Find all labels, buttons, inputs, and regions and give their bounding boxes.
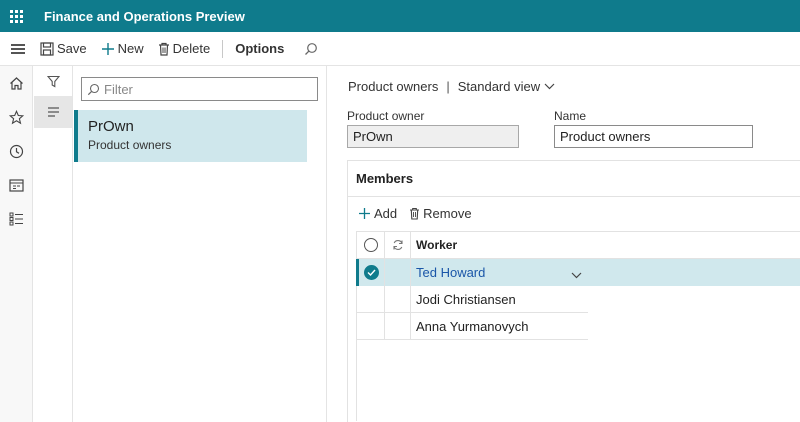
navigation-rail xyxy=(0,66,33,422)
search-button[interactable] xyxy=(304,42,318,56)
worker-column-header[interactable]: Worker xyxy=(411,232,587,259)
list-view-icon[interactable] xyxy=(34,96,72,128)
product-owner-label: Product owner xyxy=(347,109,425,123)
product-owner-field: PrOwn xyxy=(347,125,519,148)
home-icon[interactable] xyxy=(0,66,32,100)
delete-label: Delete xyxy=(172,41,211,56)
delete-button[interactable]: Delete xyxy=(154,37,215,61)
list-item[interactable]: PrOwn Product owners xyxy=(74,110,307,162)
row-selector[interactable] xyxy=(357,312,385,340)
detail-pane: Product owners | Standard view Product o… xyxy=(328,66,800,422)
workspace-icon[interactable] xyxy=(0,168,32,202)
select-all-radio[interactable] xyxy=(357,231,385,259)
new-label: New xyxy=(117,41,144,56)
members-toolbar: Add Remove xyxy=(358,206,484,221)
row-spacer xyxy=(385,312,411,340)
trash-icon xyxy=(410,207,420,220)
star-icon[interactable] xyxy=(0,100,32,134)
app-title: Finance and Operations Preview xyxy=(44,8,245,24)
chevron-down-icon[interactable] xyxy=(571,267,582,282)
grid-header-row: Worker xyxy=(357,231,800,259)
clock-icon[interactable] xyxy=(0,134,32,168)
filter-input[interactable] xyxy=(104,81,304,97)
new-button[interactable]: New xyxy=(97,37,148,61)
filter-icon[interactable] xyxy=(34,66,72,96)
row-spacer xyxy=(385,259,411,286)
trash-icon xyxy=(158,42,169,56)
hamburger-menu-icon[interactable] xyxy=(0,32,36,66)
breadcrumb: Product owners | Standard view xyxy=(348,79,555,94)
table-row[interactable]: Ted Howard xyxy=(356,259,800,286)
remove-member-button[interactable]: Remove xyxy=(409,206,472,221)
app-header: Finance and Operations Preview xyxy=(0,0,800,32)
row-checked-icon[interactable] xyxy=(359,259,385,286)
worker-cell[interactable]: Anna Yurmanovych xyxy=(411,313,587,340)
members-grid: Worker Ted Howard Jodi Christiansen Anna… xyxy=(356,231,800,421)
remove-label: Remove xyxy=(423,206,472,221)
worker-cell[interactable]: Jodi Christiansen xyxy=(411,286,587,313)
list-item-title: PrOwn xyxy=(88,118,134,135)
members-fasttab: Members Add Remove Worker Ted Howard Jod… xyxy=(347,160,800,422)
name-label: Name xyxy=(554,109,587,123)
chevron-down-icon xyxy=(544,83,555,90)
name-field[interactable]: Product owners xyxy=(554,125,753,148)
view-selector[interactable]: Standard view xyxy=(458,79,555,94)
table-row[interactable]: Anna Yurmanovych xyxy=(357,312,588,340)
save-button[interactable]: Save xyxy=(36,37,91,61)
worker-cell[interactable]: Ted Howard xyxy=(411,259,587,286)
refresh-icon[interactable] xyxy=(385,231,411,259)
row-spacer xyxy=(385,285,411,313)
list-pane: PrOwn Product owners xyxy=(34,66,327,422)
options-tab[interactable]: Options xyxy=(229,41,290,56)
app-launcher-icon[interactable] xyxy=(0,0,32,32)
list-tools xyxy=(34,66,73,422)
plus-icon xyxy=(101,42,114,55)
breadcrumb-separator: | xyxy=(446,79,450,94)
toolbar-divider xyxy=(222,39,224,58)
list-item-subtitle: Product owners xyxy=(88,138,172,152)
table-row[interactable]: Jodi Christiansen xyxy=(357,285,588,313)
plus-icon xyxy=(359,208,370,219)
save-icon xyxy=(40,41,54,56)
view-name: Standard view xyxy=(457,79,541,94)
modules-list-icon[interactable] xyxy=(0,202,32,236)
filter-field[interactable] xyxy=(81,77,318,101)
add-member-button[interactable]: Add xyxy=(358,206,397,221)
search-icon xyxy=(305,42,318,55)
members-header[interactable]: Members xyxy=(348,161,800,197)
action-pane: Save New Delete Options xyxy=(0,32,800,66)
row-selector[interactable] xyxy=(357,285,385,313)
save-label: Save xyxy=(57,41,87,56)
search-icon xyxy=(87,83,100,95)
add-label: Add xyxy=(374,206,398,221)
breadcrumb-caption: Product owners xyxy=(348,79,439,94)
